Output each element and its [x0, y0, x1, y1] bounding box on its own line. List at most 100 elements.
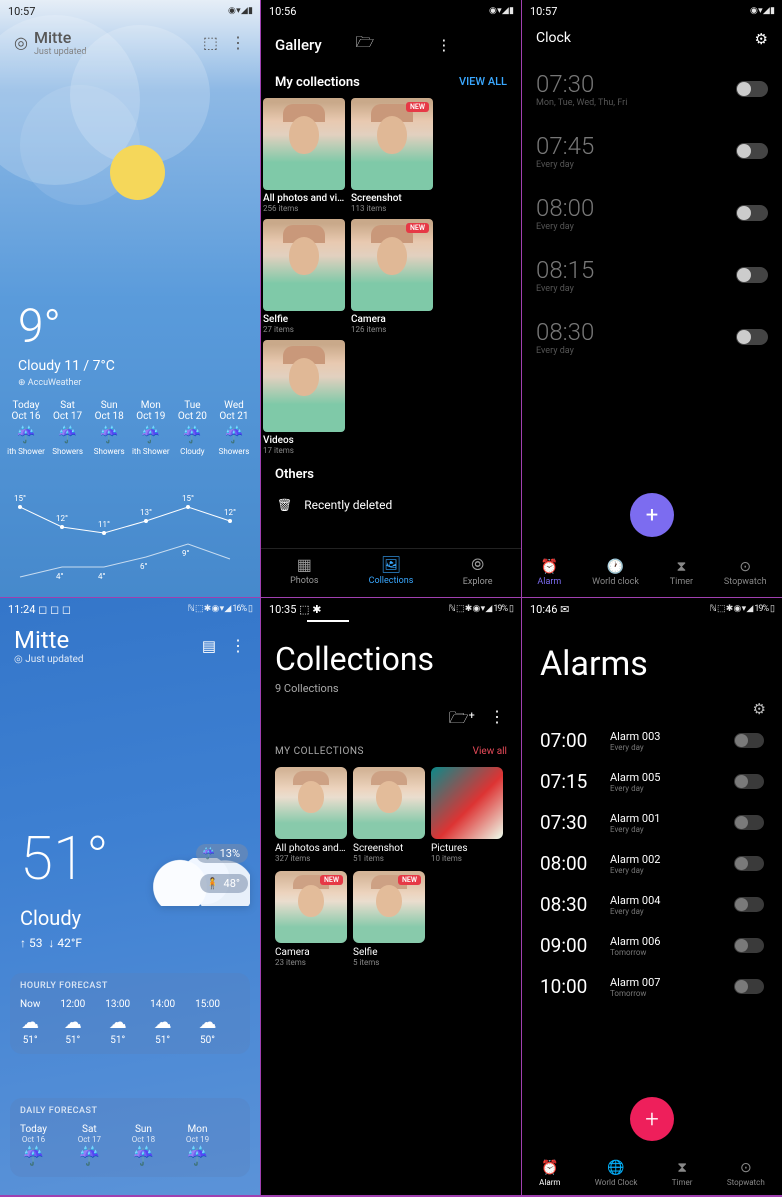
alarm-row[interactable]: 07:30Mon, Tue, Wed, Thu, Fri	[536, 58, 768, 120]
doc-icon[interactable]: ▤	[202, 637, 216, 655]
day-item[interactable]: TueOct 20☔Cloudy	[172, 400, 212, 456]
alarm-row[interactable]: 08:00Every day	[536, 182, 768, 244]
alarm-toggle[interactable]	[734, 897, 764, 912]
rain-icon: ☔	[186, 1146, 209, 1167]
rain-icon: ☔	[172, 425, 212, 444]
viewall-link[interactable]: View all	[473, 746, 507, 757]
cloud-icon: ☁	[105, 1012, 130, 1033]
gear-icon[interactable]: ⚙	[755, 30, 768, 48]
collection-item[interactable]: Videos17 items	[263, 340, 345, 455]
collection-item[interactable]: NEWScreenshot113 items	[351, 98, 433, 213]
alarm-row[interactable]: 07:00Alarm 003Every day	[522, 720, 782, 761]
collections-grid: All photos and vid...256 itemsNEWScreens…	[261, 94, 521, 459]
alarm-toggle[interactable]	[736, 267, 768, 283]
sky-bg	[0, 15, 260, 215]
alarm-toggle[interactable]	[736, 81, 768, 97]
collection-item[interactable]: Screenshot51 items	[353, 767, 425, 863]
status-icons: ◉ ▾ ◢ ▮	[489, 6, 513, 16]
alarm-toggle[interactable]	[734, 815, 764, 830]
viewall-link[interactable]: VIEW ALL	[459, 75, 507, 90]
nav-stopwatch[interactable]: ⊙Stopwatch	[727, 1160, 765, 1187]
temp-graph: 15°12°11° 13°15°12° 4°4°6°9°	[0, 489, 260, 584]
alarms-title: Alarms	[522, 620, 782, 694]
alarm-toggle[interactable]	[734, 938, 764, 953]
alarm-toggle[interactable]	[736, 205, 768, 221]
hour-item: 14:00☁51°	[150, 999, 175, 1046]
nav-photos[interactable]: ▦Photos	[269, 555, 339, 587]
new-folder-icon[interactable]: 🗁⁺	[449, 707, 475, 734]
nav-stopwatch[interactable]: ⊙Stopwatch	[724, 559, 767, 587]
alarm-row[interactable]: 07:15Alarm 005Every day	[522, 761, 782, 802]
collection-item[interactable]: Pictures10 items	[431, 767, 503, 863]
alarms-pane: 10:46 ✉ ℕ ⬚ ✱ ◉ ▾ ◢ 19% ▯ Alarms ⚙ 07:00…	[522, 598, 782, 1195]
svg-text:9°: 9°	[182, 549, 189, 558]
collections-title: Collections	[261, 620, 521, 682]
hour-item: 13:00☁51°	[105, 999, 130, 1046]
more-icon[interactable]: ⋮	[436, 36, 507, 54]
condition: Cloudy	[20, 906, 81, 930]
alarm-row[interactable]: 08:00Alarm 002Every day	[522, 843, 782, 884]
gallery-title: Gallery	[275, 36, 346, 54]
collection-item[interactable]: NEWSelfie5 items	[353, 871, 425, 967]
accuweather-label: ⊕ AccuWeather	[18, 378, 81, 388]
alarm-row[interactable]: 07:45Every day	[536, 120, 768, 182]
nav-alarm[interactable]: ⏰Alarm	[539, 1160, 560, 1187]
cloud-icon: ☁	[195, 1012, 220, 1033]
svg-text:15°: 15°	[14, 494, 26, 503]
alarm-row[interactable]: 08:30Every day	[536, 306, 768, 368]
add-alarm-fab[interactable]: +	[630, 493, 674, 537]
nav-collections[interactable]: 🖼Collections	[356, 555, 426, 587]
alarm-toggle[interactable]	[736, 143, 768, 159]
hourly-card[interactable]: HOURLY FORECAST Now☁51°12:00☁51°13:00☁51…	[10, 973, 250, 1054]
day-item[interactable]: TodayOct 16☔ith Shower	[6, 400, 46, 456]
location-name: Mitte	[14, 626, 202, 654]
day-item[interactable]: SunOct 18☔Showers	[89, 400, 129, 456]
hour-item: 15:00☁50°	[195, 999, 220, 1046]
alarm-row[interactable]: 10:00Alarm 007Tomorrow	[522, 966, 782, 1007]
alarm-row[interactable]: 09:00Alarm 006Tomorrow	[522, 925, 782, 966]
alarm-row[interactable]: 08:15Every day	[536, 244, 768, 306]
collections-icon: 🖼	[356, 555, 426, 574]
nav-worldclock[interactable]: 🌐World Clock	[595, 1160, 638, 1187]
section-label: My collections	[275, 75, 360, 90]
nav-timer[interactable]: ⧗Timer	[672, 1160, 693, 1187]
nav-worldclock[interactable]: 🕐World clock	[592, 559, 639, 587]
svg-text:12°: 12°	[224, 508, 236, 517]
clock-pane: 10:57 ◉ ▾ ◢ ▮ Clock ⚙ 07:30Mon, Tue, Wed…	[522, 0, 782, 597]
nav-timer[interactable]: ⧗Timer	[670, 559, 693, 587]
alarm-toggle[interactable]	[734, 774, 764, 789]
alarm-toggle[interactable]	[734, 856, 764, 871]
status-time: 10:56	[269, 5, 296, 18]
collections-row2: NEWCamera23 itemsNEWSelfie5 items	[261, 867, 521, 971]
alarm-row[interactable]: 08:30Alarm 004Every day	[522, 884, 782, 925]
alarm-row[interactable]: 07:30Alarm 001Every day	[522, 802, 782, 843]
collection-item[interactable]: All photos and vid...256 items	[263, 98, 345, 213]
status-icons: ℕ ⬚ ✱ ◉ ▾ ◢ 16% ▯	[188, 604, 252, 614]
nav-explore[interactable]: ⦾Explore	[443, 555, 513, 587]
temperature: 51°	[20, 823, 109, 894]
more-icon[interactable]: ⋮	[230, 636, 246, 655]
alarm-toggle[interactable]	[734, 979, 764, 994]
nav-alarm[interactable]: ⏰Alarm	[537, 559, 561, 587]
day-item[interactable]: SatOct 17☔Showers	[48, 400, 88, 456]
more-icon[interactable]: ⋮	[489, 707, 505, 734]
day-item[interactable]: MonOct 19☔ith Shower	[131, 400, 171, 456]
weather-blue-pane: 11:24 ◻ ◻ ◻ ℕ ⬚ ✱ ◉ ▾ ◢ 16% ▯ Mitte ◎ Ju…	[0, 598, 260, 1195]
forecast-row[interactable]: TodayOct 16☔ith ShowerSatOct 17☔ShowersS…	[0, 400, 260, 456]
collection-item[interactable]: NEWCamera23 items	[275, 871, 347, 967]
alarm-toggle[interactable]	[736, 329, 768, 345]
timer-icon: ⧗	[672, 1160, 693, 1176]
day-item[interactable]: WedOct 21☔Showers	[214, 400, 254, 456]
svg-text:6°: 6°	[140, 562, 147, 571]
gear-icon[interactable]: ⚙	[753, 700, 766, 718]
collection-item[interactable]: All photos and vide...327 items	[275, 767, 347, 863]
add-alarm-fab[interactable]: +	[630, 1097, 674, 1141]
daily-card[interactable]: DAILY FORECAST TodayOct 16☔SatOct 17☔Sun…	[10, 1098, 250, 1177]
world-icon: 🌐	[595, 1160, 638, 1176]
recently-deleted[interactable]: 🗑 Recently deleted	[261, 486, 521, 524]
alarm-toggle[interactable]	[734, 733, 764, 748]
cloud-icon: ☁	[60, 1012, 85, 1033]
folder-icon[interactable]: 🗁	[356, 32, 427, 57]
collection-item[interactable]: Selfie27 items	[263, 219, 345, 334]
collection-item[interactable]: NEWCamera126 items	[351, 219, 433, 334]
